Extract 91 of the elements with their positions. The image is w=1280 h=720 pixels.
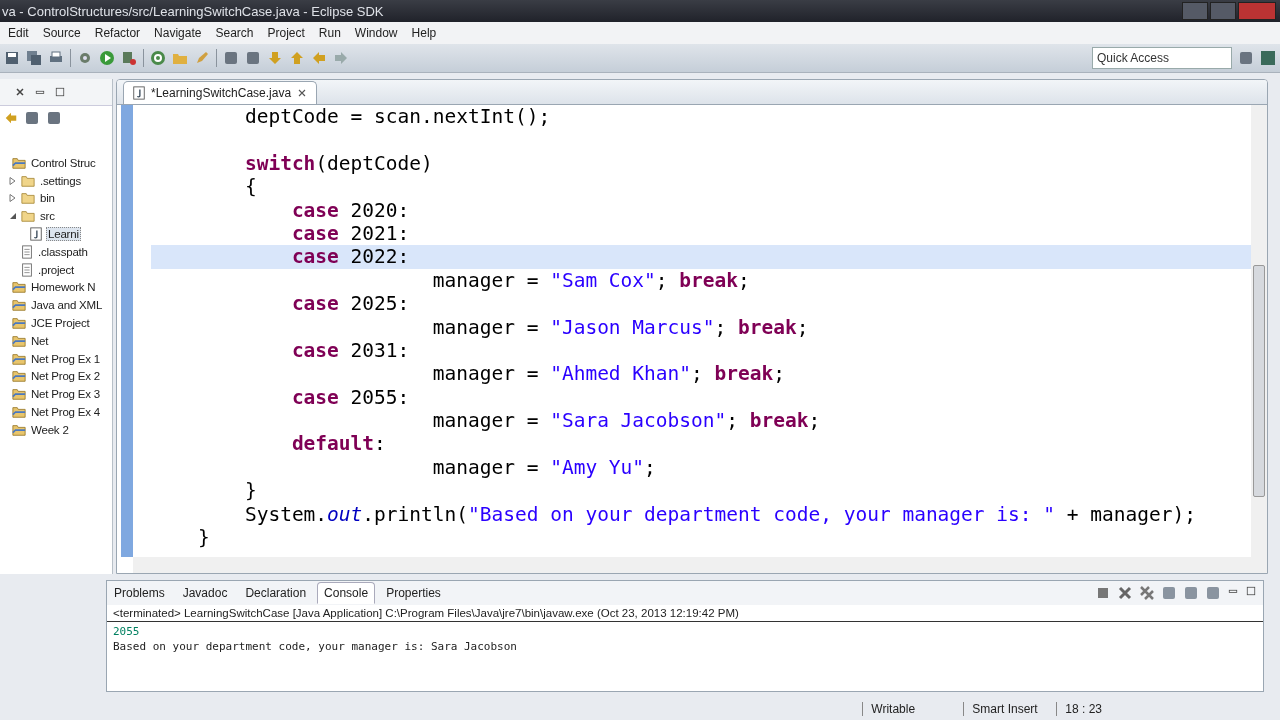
console-header: <terminated> LearningSwitchCase [Java Application] C:\Program Files\Java\jre7\bin\javaw.exe (Oct 23, 2013 12:19:42 PM) bbox=[107, 605, 1263, 622]
code-line: default: bbox=[290, 432, 387, 456]
tree-item[interactable]: Net Prog Ex 1 bbox=[30, 352, 101, 365]
vertical-scrollbar[interactable] bbox=[1251, 105, 1267, 557]
maximize-button[interactable] bbox=[1210, 2, 1236, 20]
menu-item[interactable]: Help bbox=[405, 24, 443, 42]
tree-item[interactable]: Java and XML bbox=[30, 299, 104, 312]
tree-item[interactable]: src bbox=[39, 210, 56, 223]
project-folder-icon bbox=[11, 387, 27, 402]
tree-item[interactable]: .classpath bbox=[37, 245, 89, 258]
tree-item[interactable]: Net Prog Ex 2 bbox=[30, 370, 101, 383]
project-folder-icon bbox=[11, 298, 27, 313]
folder-icon bbox=[20, 191, 36, 206]
java-file-icon bbox=[29, 227, 43, 242]
close-button[interactable] bbox=[1238, 2, 1276, 20]
file-icon bbox=[20, 262, 34, 277]
window-title: va - ControlStructures/src/LearningSwitchCase.java - Eclipse SDK bbox=[2, 3, 385, 19]
code-line: manager = "Sara Jacobson"; break; bbox=[431, 409, 822, 433]
project-folder-icon bbox=[11, 333, 27, 348]
code-line: manager = "Jason Marcus"; break; bbox=[431, 315, 810, 339]
expanded-arrow-icon[interactable] bbox=[9, 212, 17, 221]
tree-item[interactable]: Homework N bbox=[30, 281, 97, 294]
menu-item[interactable]: Project bbox=[261, 24, 311, 42]
editor-tab[interactable]: *LearningSwitchCase.java bbox=[123, 81, 318, 104]
menu-item[interactable]: Run bbox=[312, 24, 347, 42]
maximize-icon[interactable] bbox=[54, 86, 66, 98]
tree-item[interactable]: Week 2 bbox=[30, 423, 70, 436]
status-field: Writable bbox=[862, 702, 964, 716]
code-line: case 2025: bbox=[290, 292, 411, 316]
code-line: case 2021: bbox=[290, 221, 411, 246]
maximize-icon[interactable] bbox=[1245, 585, 1257, 597]
remove-icon[interactable] bbox=[1117, 585, 1133, 601]
file-icon bbox=[20, 244, 34, 259]
code-line: manager = "Ahmed Khan"; break; bbox=[431, 362, 786, 386]
folder-icon bbox=[20, 209, 36, 224]
panel-tab[interactable]: Console bbox=[317, 582, 376, 604]
save-icon[interactable] bbox=[4, 50, 20, 66]
code-line: deptCode = scan.nextInt(); bbox=[243, 105, 552, 129]
code-line: } bbox=[243, 479, 258, 503]
back-icon[interactable] bbox=[4, 111, 18, 125]
code-line: } bbox=[196, 526, 211, 550]
panel-tab[interactable]: Problems bbox=[107, 582, 172, 604]
status-field: Smart Insert bbox=[963, 702, 1057, 716]
project-folder-icon bbox=[11, 369, 27, 384]
java-file-icon bbox=[132, 86, 146, 100]
tree-item[interactable]: JCE Project bbox=[30, 317, 91, 330]
quick-access-field[interactable]: Quick Access bbox=[1092, 47, 1232, 69]
menu-item[interactable]: Search bbox=[209, 24, 260, 42]
tree-item[interactable]: Learni bbox=[46, 227, 81, 242]
panel-tab[interactable]: Declaration bbox=[238, 582, 314, 604]
menu-item[interactable]: Window bbox=[348, 24, 404, 42]
code-line: manager = "Sam Cox"; break; bbox=[431, 268, 751, 293]
console-line: Based on your department code, your manager is: Sara Jacobson bbox=[113, 639, 518, 654]
menu-item[interactable]: Source bbox=[36, 24, 87, 42]
tree-item[interactable]: Net Prog Ex 4 bbox=[30, 406, 101, 419]
status-field: 18 : 23 bbox=[1056, 702, 1110, 716]
save-all-icon[interactable] bbox=[26, 50, 42, 66]
minimize-button[interactable] bbox=[1182, 2, 1208, 20]
project-folder-icon bbox=[11, 422, 27, 437]
run-icon[interactable] bbox=[99, 50, 115, 66]
project-folder-icon bbox=[11, 155, 27, 170]
project-folder-icon bbox=[11, 316, 27, 331]
menu-item[interactable]: Edit bbox=[2, 24, 35, 42]
tree-item[interactable]: bin bbox=[39, 192, 56, 205]
code-line: manager = "Amy Yu"; bbox=[431, 455, 657, 480]
code-line: case 2055: bbox=[290, 385, 411, 410]
close-icon[interactable] bbox=[14, 86, 26, 98]
code-line: switch(deptCode) bbox=[243, 151, 434, 176]
code-line: { bbox=[243, 175, 258, 199]
menu-item[interactable]: Navigate bbox=[148, 24, 208, 42]
project-folder-icon bbox=[11, 280, 27, 295]
console-line: 2055 bbox=[113, 624, 141, 639]
project-folder-icon bbox=[11, 351, 27, 366]
tree-item[interactable]: .settings bbox=[39, 174, 83, 187]
collapsed-arrow-icon[interactable] bbox=[9, 176, 17, 185]
panel-tab[interactable]: Javadoc bbox=[175, 582, 235, 604]
horizontal-scrollbar[interactable] bbox=[133, 557, 1267, 573]
menu-item[interactable]: Refactor bbox=[88, 24, 147, 42]
panel-tab[interactable]: Properties bbox=[379, 582, 448, 604]
code-line: System.out.println("Based on your department code, your manager is: " + manager); bbox=[243, 502, 1197, 527]
code-line: case 2020: bbox=[290, 198, 411, 222]
collapsed-arrow-icon[interactable] bbox=[9, 194, 17, 203]
folder-icon bbox=[20, 173, 36, 188]
code-line: case 2031: bbox=[290, 338, 411, 363]
tree-item[interactable]: .project bbox=[37, 263, 76, 276]
tree-item[interactable]: Net Prog Ex 3 bbox=[30, 388, 101, 401]
remove-all-icon[interactable] bbox=[1139, 585, 1155, 601]
project-folder-icon bbox=[11, 405, 27, 420]
tree-item[interactable]: Control Struc bbox=[30, 156, 97, 169]
tree-item[interactable]: Net bbox=[30, 334, 50, 347]
stop-icon[interactable] bbox=[1095, 585, 1111, 601]
